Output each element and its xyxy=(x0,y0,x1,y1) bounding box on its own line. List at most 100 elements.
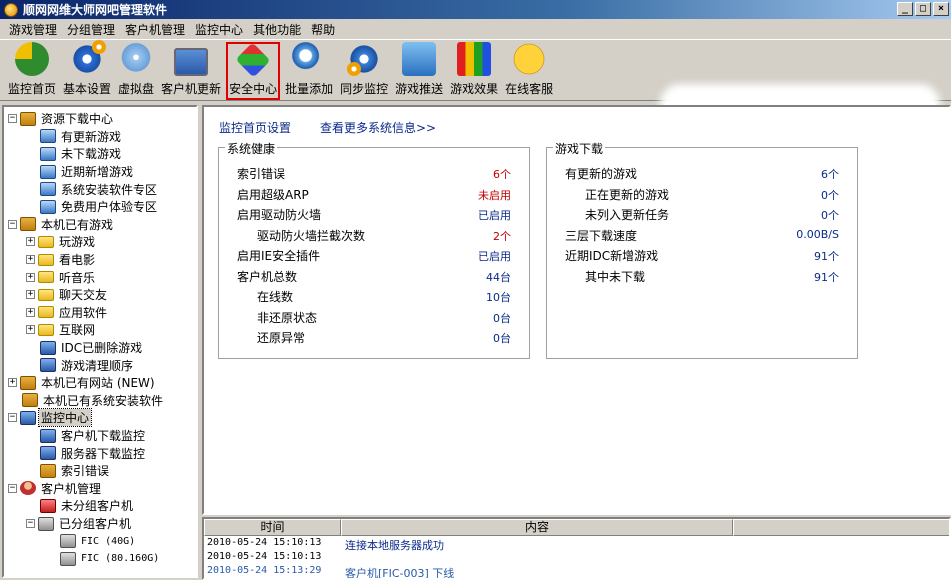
tree-item-cleanup-order[interactable]: 游戏清理顺序 xyxy=(40,356,135,374)
tree-item-chat[interactable]: + 聊天交友 xyxy=(26,286,109,304)
folder-icon xyxy=(38,323,54,336)
log-column-blank xyxy=(733,519,949,536)
log-row[interactable]: 2010-05-24 15:10:13 连接本地服务器成功 xyxy=(204,537,949,552)
download-row-label: 有更新的游戏 xyxy=(565,167,638,181)
navigation-tree[interactable]: − 资源下载中心 有更新游戏 未下载游戏 近期新增游戏 系统安装软件专区 免费用… xyxy=(2,105,198,578)
tree-item-internet[interactable]: + 互联网 xyxy=(26,321,97,339)
close-button[interactable]: × xyxy=(933,2,949,16)
tree-label: 免费用户体验专区 xyxy=(61,200,158,215)
maximize-button[interactable]: □ xyxy=(915,2,931,16)
tree-item-not-downloaded[interactable]: 未下载游戏 xyxy=(40,145,123,163)
log-column-content[interactable]: 内容 xyxy=(341,519,733,536)
tree-item-local-websites[interactable]: + 本机已有网站 (NEW) xyxy=(8,374,157,392)
online-support-label: 在线客服 xyxy=(505,82,554,96)
more-system-info-link[interactable]: 查看更多系统信息>> xyxy=(320,119,436,136)
monitor-icon xyxy=(40,428,56,443)
menu-group-management[interactable]: 分组管理 xyxy=(62,21,120,38)
tree-item-monitor-center[interactable]: − 监控中心 xyxy=(8,408,93,428)
game-effect-button[interactable]: 游戏效果 xyxy=(448,42,500,100)
tree-label: 应用软件 xyxy=(59,305,108,320)
game-push-button[interactable]: 游戏推送 xyxy=(393,42,445,100)
tree-item-fic-40g[interactable]: FIC (40G) xyxy=(60,532,137,550)
collapse-icon[interactable]: − xyxy=(8,483,17,493)
tree-item-server-download-monitor[interactable]: 服务器下载监控 xyxy=(40,444,147,462)
expand-icon[interactable]: + xyxy=(8,378,17,388)
sync-monitor-button[interactable]: 同步监控 xyxy=(338,42,390,100)
tree-item-client-download-monitor[interactable]: 客户机下载监控 xyxy=(40,427,147,445)
download-row-label: 正在更新的游戏 xyxy=(585,187,670,202)
tree-item-system-software[interactable]: 系统安装软件专区 xyxy=(40,180,159,198)
toolbar: 监控首页 基本设置 虚拟盘 客户机更新 安全中心 批量添加 同步监控 游戏推送 … xyxy=(0,39,951,134)
collapse-icon[interactable]: − xyxy=(8,219,17,229)
collapse-icon[interactable]: − xyxy=(8,114,17,124)
tree-item-client-management[interactable]: − 客户机管理 xyxy=(8,480,103,498)
collapse-icon[interactable]: − xyxy=(8,413,17,423)
tree-item-grouped-clients[interactable]: − 已分组客户机 xyxy=(26,515,133,533)
health-row-value: 已启用 xyxy=(478,209,511,222)
game-icon xyxy=(40,182,56,197)
download-row-label: 三层下载速度 xyxy=(565,228,638,243)
tree-item-movies[interactable]: + 看电影 xyxy=(26,251,97,269)
tree-item-fic-80-160g[interactable]: FIC (80.160G) xyxy=(60,550,161,568)
expand-icon[interactable]: + xyxy=(26,325,35,335)
tree-item-play-games[interactable]: + 玩游戏 xyxy=(26,233,97,251)
tree-item-local-system-software[interactable]: 本机已有系统安装软件 xyxy=(22,392,165,410)
batch-add-label: 批量添加 xyxy=(285,82,334,96)
folder-icon xyxy=(38,253,54,266)
basic-settings-button[interactable]: 基本设置 xyxy=(61,40,113,100)
tree-item-recent-games[interactable]: 近期新增游戏 xyxy=(40,163,135,181)
tree-item-resource-center[interactable]: − 资源下载中心 xyxy=(8,110,115,128)
security-center-button[interactable]: 安全中心 xyxy=(226,42,281,100)
tree-item-index-error[interactable]: 索引错误 xyxy=(40,462,111,480)
log-row[interactable]: 2010-05-24 15:13:29 客户机[FIC-003] 下线 xyxy=(204,565,949,578)
game-icon xyxy=(40,164,56,179)
tree-item-local-games[interactable]: − 本机已有游戏 xyxy=(8,216,115,234)
batch-add-button[interactable]: 批量添加 xyxy=(283,42,335,100)
menu-game-management[interactable]: 游戏管理 xyxy=(4,21,62,38)
download-row-value: 6个 xyxy=(821,168,839,181)
health-row-label: 还原异常 xyxy=(257,331,306,345)
tree-item-idc-deleted[interactable]: IDC已删除游戏 xyxy=(40,339,144,357)
menu-other-functions[interactable]: 其他功能 xyxy=(248,21,306,38)
tree-item-free-trial[interactable]: 免费用户体验专区 xyxy=(40,198,159,216)
health-row-label: 启用驱动防火墙 xyxy=(237,208,322,222)
expand-icon[interactable]: + xyxy=(26,272,35,282)
virtual-disk-button[interactable]: 虚拟盘 xyxy=(116,42,156,100)
menu-help[interactable]: 帮助 xyxy=(306,21,340,38)
monitor-home-label: 监控首页 xyxy=(8,82,57,96)
online-support-button[interactable]: 在线客服 xyxy=(503,42,555,100)
tree-item-apps[interactable]: + 应用软件 xyxy=(26,304,109,322)
menu-monitor-center[interactable]: 监控中心 xyxy=(190,21,248,38)
tree-label: 本机已有系统安装软件 xyxy=(43,393,164,408)
log-row[interactable]: 2010-05-24 15:10:13 xyxy=(204,551,949,565)
tree-label: FIC (80.160G) xyxy=(81,553,160,565)
tree-item-updated-games[interactable]: 有更新游戏 xyxy=(40,128,123,146)
log-list[interactable]: 时间 内容 2010-05-24 15:10:13 连接本地服务器成功 2010… xyxy=(202,517,951,580)
folder-icon xyxy=(38,271,54,284)
expand-icon[interactable]: + xyxy=(26,290,35,300)
tree-item-music[interactable]: + 听音乐 xyxy=(26,268,97,286)
download-row-label: 其中未下载 xyxy=(585,269,646,284)
title-bar: 顺网网维大师网吧管理软件 _ □ × xyxy=(0,0,951,19)
tree-item-ungrouped-clients[interactable]: 未分组客户机 xyxy=(40,497,135,515)
health-row-value: 未启用 xyxy=(478,188,511,202)
log-column-time[interactable]: 时间 xyxy=(204,519,341,536)
health-row-value: 0台 xyxy=(493,311,511,325)
monitor-home-button[interactable]: 监控首页 xyxy=(6,42,58,100)
client-group-icon xyxy=(38,516,54,531)
health-row-label: 非还原状态 xyxy=(257,310,318,325)
tree-label: 未下载游戏 xyxy=(61,147,122,162)
expand-icon[interactable]: + xyxy=(26,307,35,317)
client-update-button[interactable]: 客户机更新 xyxy=(159,42,223,100)
minimize-button[interactable]: _ xyxy=(897,2,913,16)
tree-label: 本机已有网站 (NEW) xyxy=(41,376,155,391)
expand-icon[interactable]: + xyxy=(26,255,35,265)
monitor-home-settings-link[interactable]: 监控首页设置 xyxy=(219,119,291,136)
tree-label: 近期新增游戏 xyxy=(61,165,134,180)
menu-client-management[interactable]: 客户机管理 xyxy=(120,21,190,38)
expand-icon[interactable]: + xyxy=(26,237,35,247)
tree-label: FIC (40G) xyxy=(81,535,136,547)
basic-settings-label: 基本设置 xyxy=(63,82,112,96)
games-folder-icon xyxy=(20,217,36,232)
collapse-icon[interactable]: − xyxy=(26,519,35,529)
